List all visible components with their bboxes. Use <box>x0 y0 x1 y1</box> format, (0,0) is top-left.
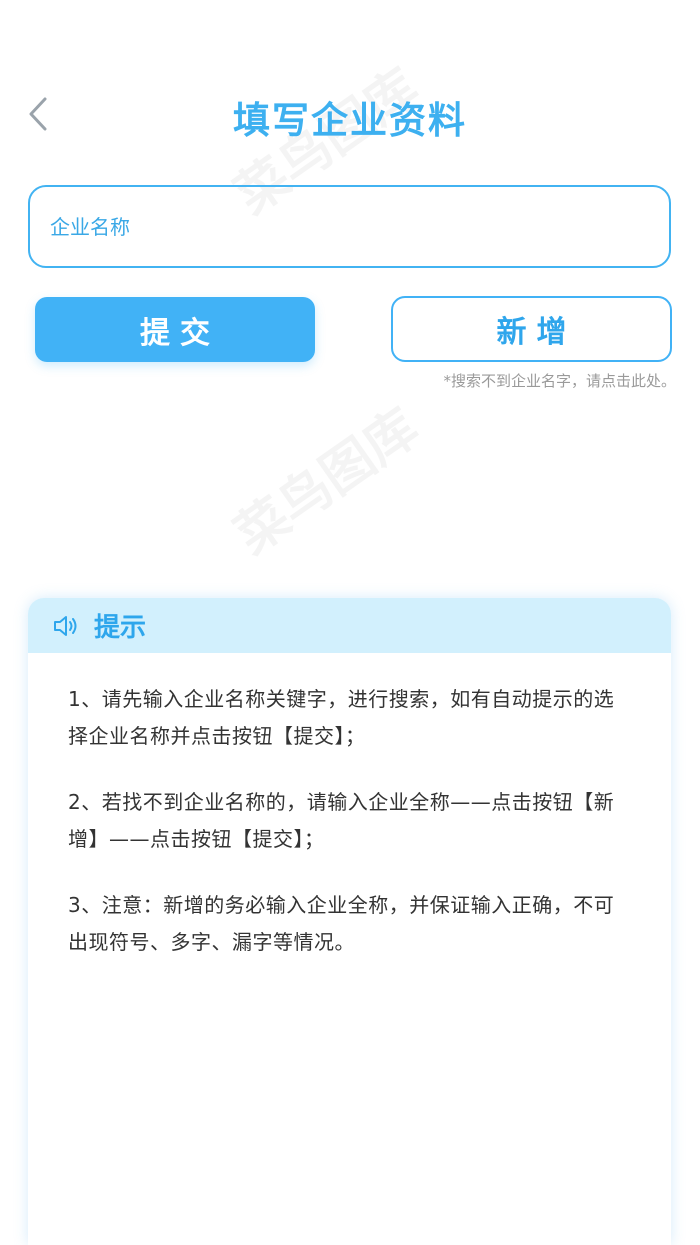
company-name-input[interactable] <box>50 214 649 239</box>
add-hint-text[interactable]: *搜索不到企业名字，请点击此处。 <box>443 370 676 391</box>
tip-item: 3、注意：新增的务必输入企业全称，并保证输入正确，不可出现符号、多字、漏字等情况… <box>68 893 615 954</box>
tips-body: 1、请先输入企业名称关键字，进行搜索，如有自动提示的选择企业名称并点击按钮【提交… <box>28 653 671 961</box>
submit-button[interactable]: 提交 <box>35 297 315 362</box>
page-title: 填写企业资料 <box>233 99 467 142</box>
speaker-icon <box>52 614 80 638</box>
company-name-field[interactable] <box>28 185 671 268</box>
header: 填写企业资料 <box>0 80 700 150</box>
tip-item: 2、若找不到企业名称的，请输入企业全称——点击按钮【新增】——点击按钮【提交】； <box>68 790 615 851</box>
submit-button-label: 提交 <box>140 315 220 351</box>
add-button-label: 新增 <box>496 315 577 350</box>
page: 菜鸟图库 菜鸟图库 菜鸟图库 菜鸟图库 填写企业资料 提交 新增 *搜索不到企业… <box>0 0 700 1245</box>
add-button[interactable]: 新增 <box>391 296 672 362</box>
tips-header: 提示 <box>28 598 671 653</box>
tips-card: 提示 1、请先输入企业名称关键字，进行搜索，如有自动提示的选择企业名称并点击按钮… <box>28 598 671 1245</box>
tips-title: 提示 <box>94 613 147 643</box>
tip-item: 1、请先输入企业名称关键字，进行搜索，如有自动提示的选择企业名称并点击按钮【提交… <box>68 687 615 748</box>
watermark: 菜鸟图库 <box>217 387 430 568</box>
